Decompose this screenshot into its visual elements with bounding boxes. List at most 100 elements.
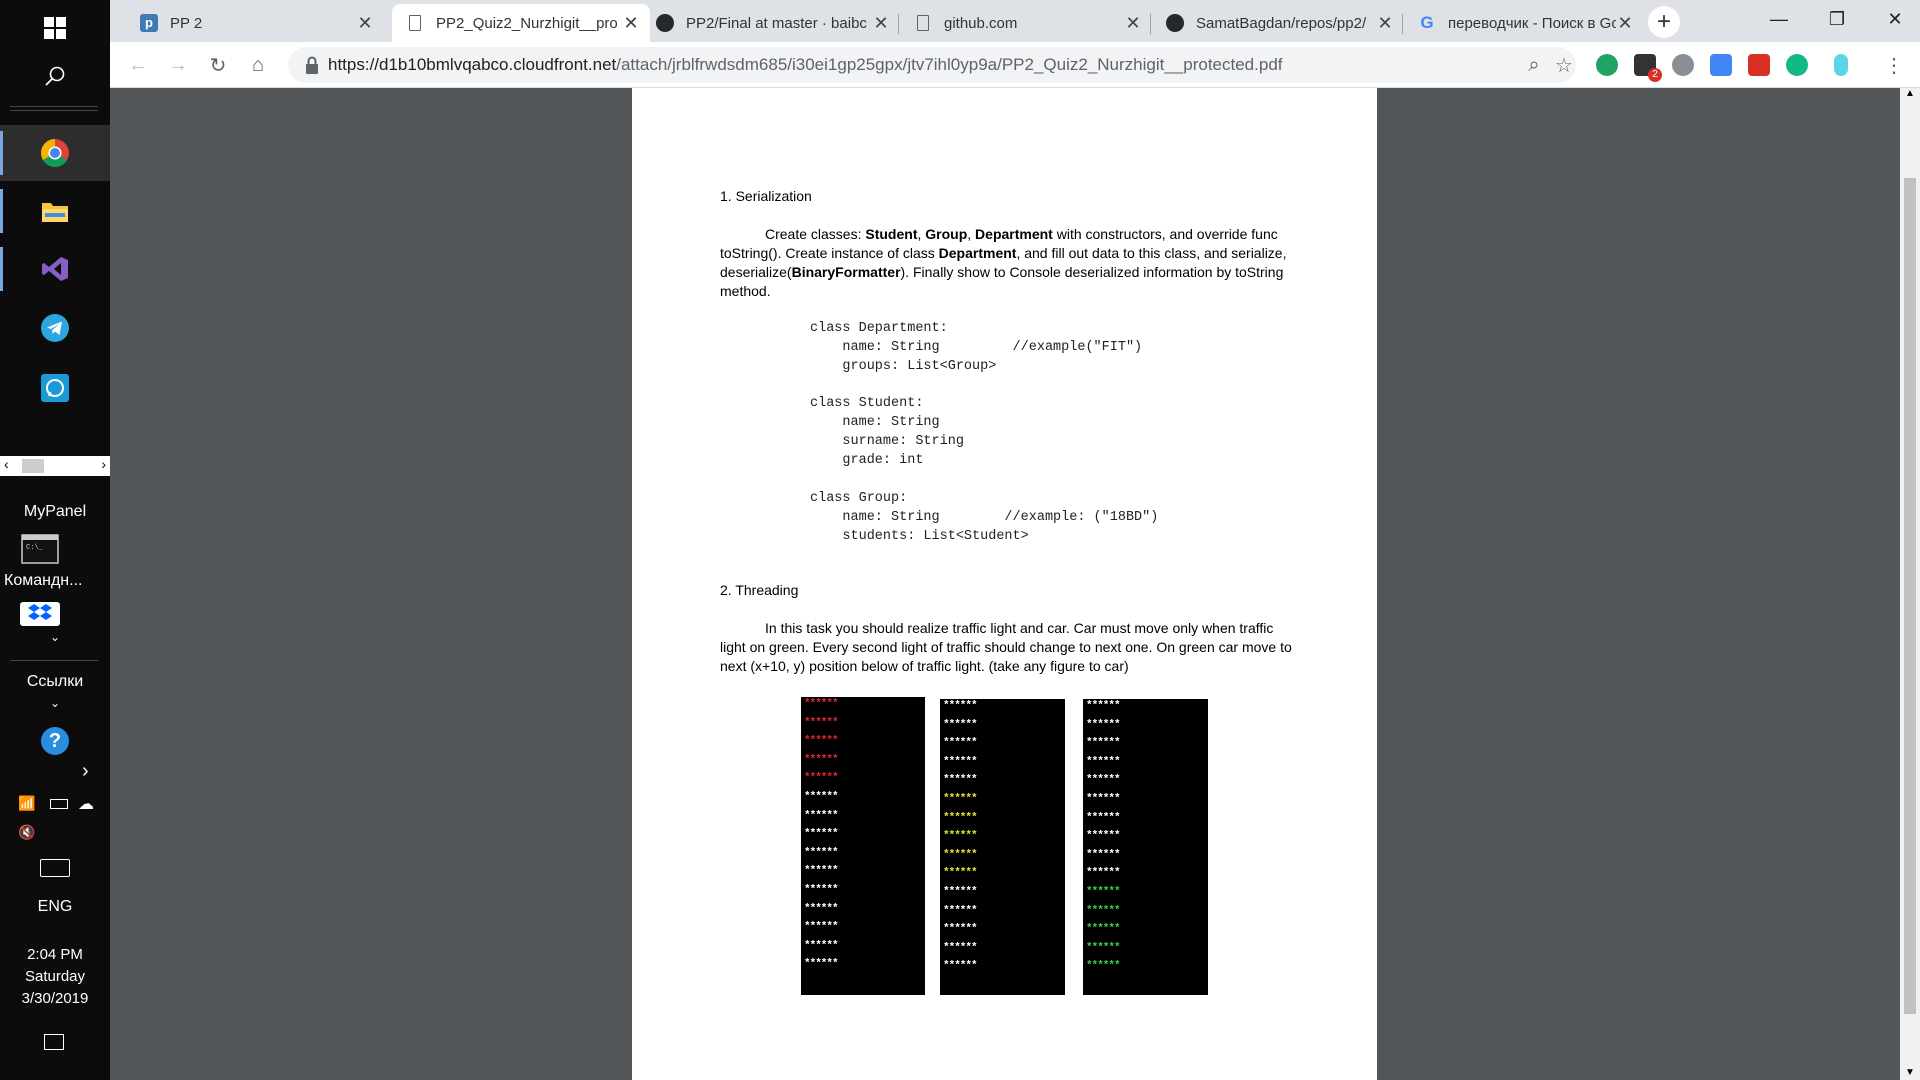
close-tab-icon[interactable]: ✕ <box>872 13 890 34</box>
chrome-icon <box>41 139 69 167</box>
translate-extension-icon[interactable] <box>1710 54 1732 76</box>
cmd-shortcut[interactable]: C:\_ Командн... <box>0 532 110 592</box>
google-icon: G <box>1420 13 1434 32</box>
light-row: ****** <box>1086 793 1121 805</box>
bookmark-star-icon[interactable]: ☆ <box>1550 51 1578 79</box>
light-row: ****** <box>1086 811 1121 824</box>
light-row: ****** <box>804 828 839 841</box>
dropbox-shortcut[interactable] <box>20 602 60 626</box>
folder-icon <box>42 203 68 222</box>
tab-pp2[interactable]: p PP 2 ✕ <box>126 4 384 42</box>
taskbar-chrome[interactable] <box>0 125 110 181</box>
language-indicator[interactable]: ENG <box>0 898 110 916</box>
new-tab-button[interactable]: + <box>1648 6 1680 38</box>
scroll-down-icon[interactable]: ▼ <box>1905 1067 1915 1078</box>
light-row: ****** <box>804 791 839 803</box>
taskbar-file-explorer[interactable] <box>0 183 110 239</box>
light-row: ****** <box>943 923 978 936</box>
pdf-page: 1. Serialization Create classes: Student… <box>632 88 1377 1080</box>
scroll-up-icon[interactable]: ▲ <box>1905 88 1915 99</box>
links-label: Ссылки <box>26 673 84 690</box>
minimize-button[interactable]: — <box>1750 0 1808 38</box>
tab-strip: p PP 2 ✕ PP2_Quiz2_Nurzhigit__pro ✕ PP2/… <box>110 0 1920 42</box>
keyboard-icon[interactable] <box>40 859 70 877</box>
search-button[interactable] <box>0 48 110 104</box>
help-icon[interactable]: ? <box>41 727 69 755</box>
url-text: https://d1b10bmlvqabco.cloudfront.net/at… <box>328 55 1283 74</box>
menu-icon[interactable]: ⋮ <box>1880 51 1908 79</box>
clock-time[interactable]: 2:04 PM <box>0 946 110 963</box>
volume-muted-icon[interactable]: 🔇 <box>18 824 35 841</box>
address-bar[interactable]: https://d1b10bmlvqabco.cloudfront.net/at… <box>288 47 1576 83</box>
light-row: ****** <box>1086 755 1121 768</box>
light-row: ****** <box>1086 830 1121 843</box>
extension-icon[interactable]: 2 <box>1634 54 1662 82</box>
links-chevron-icon[interactable]: ⌄ <box>0 696 110 710</box>
restore-button[interactable]: ❐ <box>1808 0 1866 38</box>
light-row: ****** <box>804 716 839 729</box>
tab-pdf[interactable]: PP2_Quiz2_Nurzhigit__pro ✕ <box>392 4 650 42</box>
profile-extension-icon[interactable] <box>1834 54 1848 76</box>
section-2-paragraph: In this task you should realize traffic … <box>720 620 1292 674</box>
expand-chevron-icon[interactable]: ⌄ <box>0 630 110 644</box>
action-center-icon[interactable] <box>44 1034 64 1050</box>
forward-button[interactable]: → <box>164 51 192 79</box>
traffic-light-green-screenshot: ****** ****** ****** ****** ****** ****** ****… <box>1083 699 1208 995</box>
tab-google-search[interactable]: G переводчик - Поиск в Go ✕ <box>1404 4 1644 42</box>
tab-samatbagdan[interactable]: SamatBagdan/repos/pp2/ ✕ <box>1152 4 1404 42</box>
light-row: ****** <box>804 735 839 748</box>
battery-icon[interactable] <box>50 799 68 809</box>
vertical-scrollbar[interactable]: ▲ ▼ <box>1900 88 1920 1080</box>
light-row: ****** <box>804 753 839 766</box>
reload-button[interactable]: ↻ <box>204 51 232 79</box>
close-tab-icon[interactable]: ✕ <box>1616 13 1634 34</box>
github-icon <box>656 14 674 32</box>
light-row: ****** <box>943 700 978 712</box>
light-row: ****** <box>1086 867 1121 880</box>
shield-extension-icon[interactable] <box>1596 54 1618 76</box>
wifi-icon[interactable]: 📶 <box>18 795 35 812</box>
lock-icon <box>306 56 318 74</box>
light-row: ****** <box>1086 774 1121 787</box>
light-row: ****** <box>804 865 839 878</box>
search-icon <box>45 66 65 86</box>
light-row: ****** <box>804 884 839 896</box>
taskbar-telegram[interactable] <box>0 300 110 356</box>
visual-studio-icon <box>42 257 68 281</box>
svg-text:C:\_: C:\_ <box>26 544 44 552</box>
light-row: ****** <box>943 830 978 843</box>
clock-day[interactable]: Saturday <box>0 968 110 985</box>
light-row: ****** <box>1086 886 1121 898</box>
tab-github-final[interactable]: PP2/Final at master · baibc ✕ <box>642 4 900 42</box>
chevron-right-icon[interactable]: › <box>82 760 89 783</box>
close-window-button[interactable]: ✕ <box>1866 0 1920 38</box>
command-prompt-icon: C:\_ <box>21 534 59 564</box>
light-row: ****** <box>943 941 978 954</box>
light-row: ****** <box>1086 941 1121 954</box>
pdf-extension-icon[interactable] <box>1748 54 1770 76</box>
traffic-light-yellow-screenshot: ****** ****** ****** ****** ****** ****** ****… <box>940 699 1065 995</box>
back-button[interactable]: ← <box>124 51 152 79</box>
home-button[interactable]: ⌂ <box>244 51 272 79</box>
light-row: ****** <box>943 737 978 750</box>
tab-github-com[interactable]: github.com ✕ <box>900 4 1152 42</box>
close-tab-icon[interactable]: ✕ <box>1376 13 1394 34</box>
chat-extension-icon[interactable] <box>1672 54 1694 76</box>
section-2-heading: 2. Threading <box>720 582 799 598</box>
taskbar-whatsapp[interactable] <box>0 360 110 416</box>
light-row: ****** <box>1086 904 1121 917</box>
windows-taskbar: ‹ › MyPanel C:\_ Командн... ⌄ Ссылки ⌄ ?… <box>0 0 110 1080</box>
close-tab-icon[interactable]: ✕ <box>356 13 374 34</box>
onedrive-icon[interactable]: ☁ <box>78 794 94 814</box>
light-row: ****** <box>804 921 839 934</box>
close-tab-icon[interactable]: ✕ <box>1124 13 1142 34</box>
light-row: ****** <box>943 718 978 731</box>
clock-date[interactable]: 3/30/2019 <box>0 990 110 1007</box>
scroll-thumb[interactable] <box>1904 178 1916 1014</box>
m-extension-icon[interactable] <box>1786 54 1808 76</box>
taskbar-visual-studio[interactable] <box>0 241 110 297</box>
panel-scrollbar[interactable]: ‹ › <box>0 456 110 476</box>
zoom-icon[interactable]: ⌕ <box>1520 51 1548 79</box>
section-1-heading: 1. Serialization <box>720 188 812 204</box>
close-tab-icon[interactable]: ✕ <box>622 13 640 34</box>
